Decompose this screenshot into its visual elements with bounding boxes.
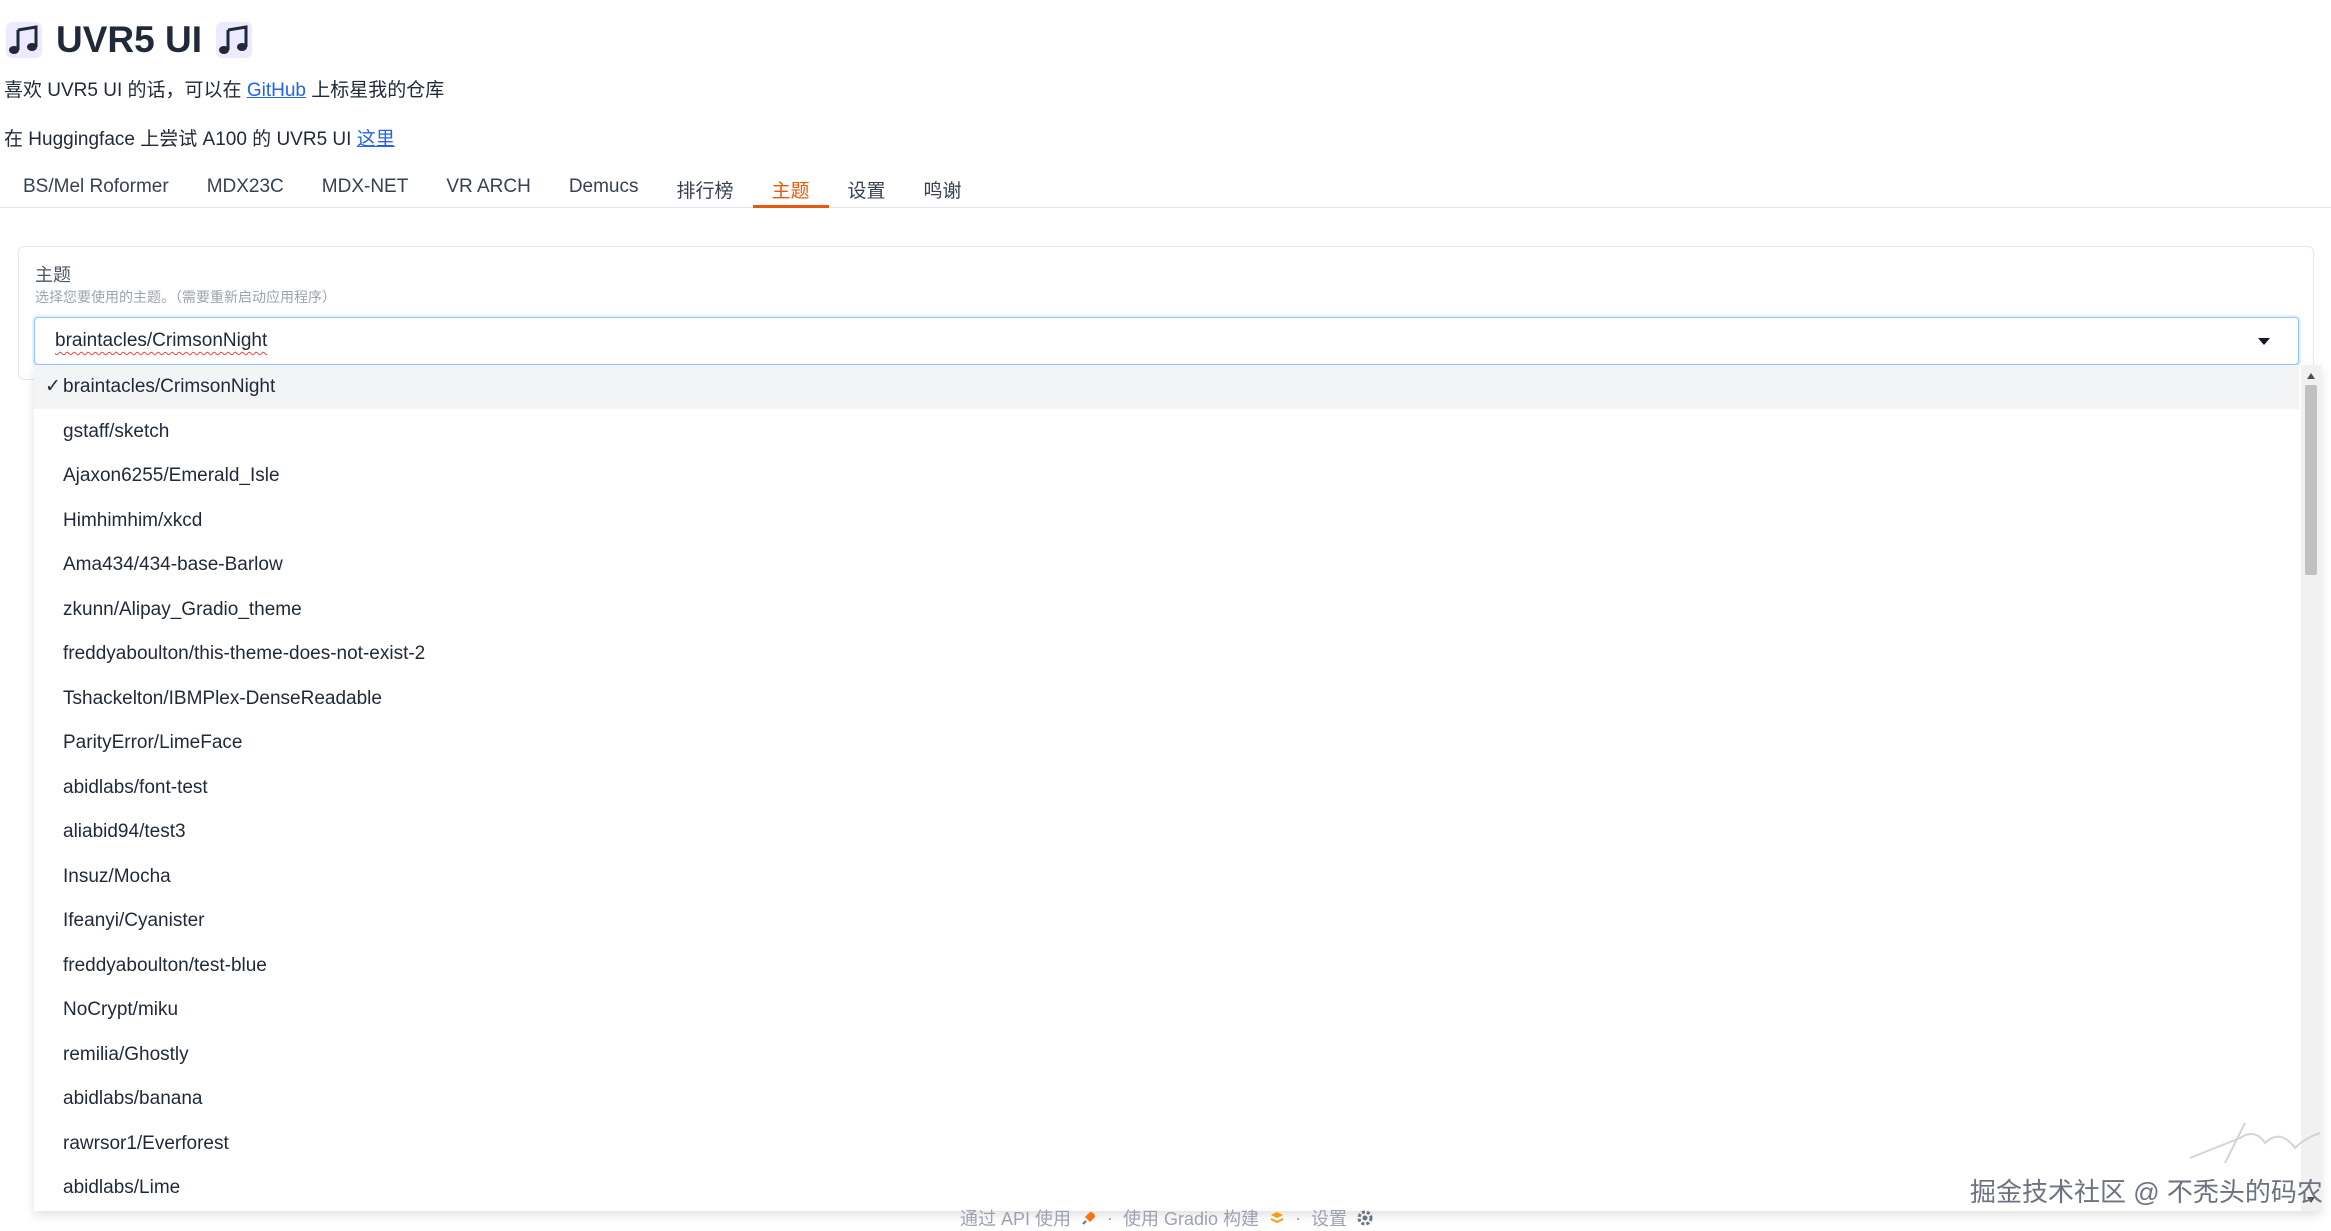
huggingface-link[interactable]: 这里: [357, 129, 395, 150]
theme-dropdown[interactable]: braintacles/CrimsonNight: [34, 317, 2299, 365]
theme-info: 选择您要使用的主题。（需要重新启动应用程序）: [35, 289, 336, 305]
gradio-logo-icon: [1270, 1212, 1284, 1224]
theme-option[interactable]: Insuz/Mocha: [34, 855, 2299, 899]
tab-mdx23c[interactable]: MDX23C: [188, 168, 303, 206]
tab-leaderboard[interactable]: 排行榜: [658, 168, 753, 206]
tab-theme[interactable]: 主题: [752, 168, 829, 208]
tab-vr-arch[interactable]: VR ARCH: [427, 168, 549, 206]
watermark: 掘金技术社区 @ 不秃头的码农: [1970, 1177, 2323, 1207]
theme-option[interactable]: Ifeanyi/Cyanister: [34, 899, 2299, 943]
theme-option[interactable]: ParityError/LimeFace: [34, 721, 2299, 765]
theme-option[interactable]: aliabid94/test3: [34, 810, 2299, 854]
theme-option[interactable]: Tshackelton/IBMPlex-DenseReadable: [34, 677, 2299, 721]
theme-option[interactable]: remilia/Ghostly: [34, 1033, 2299, 1077]
app-title: UVR5 UI: [4, 10, 254, 70]
theme-option[interactable]: Himhimhim/xkcd: [34, 499, 2299, 543]
theme-option[interactable]: abidlabs/font-test: [34, 766, 2299, 810]
tab-bar: BS/Mel Roformer MDX23C MDX-NET VR ARCH D…: [0, 168, 2331, 208]
tab-mdx-net[interactable]: MDX-NET: [303, 168, 428, 206]
music-note-icon: [215, 22, 252, 58]
theme-label: 主题: [35, 265, 71, 285]
theme-option[interactable]: freddyaboulton/this-theme-does-not-exist…: [34, 632, 2299, 676]
theme-option[interactable]: zkunn/Alipay_Gradio_theme: [34, 588, 2299, 632]
caret-down-icon[interactable]: [2258, 338, 2270, 345]
app-title-text: UVR5 UI: [56, 19, 202, 60]
theme-dropdown-value[interactable]: braintacles/CrimsonNight: [55, 330, 267, 352]
theme-option[interactable]: ✓ braintacles/CrimsonNight: [34, 365, 2299, 409]
theme-option[interactable]: rawrsor1/Everforest: [34, 1122, 2299, 1166]
footer: 通过 API 使用 · 使用 Gradio 构建 · 设置: [960, 1206, 1373, 1230]
huggingface-text: 在 Huggingface 上尝试 A100 的 UVR5 UI 这里: [4, 129, 395, 150]
signature-watermark-icon: [2189, 1122, 2321, 1164]
tab-settings[interactable]: 设置: [829, 168, 905, 206]
theme-options-list: ✓ braintacles/CrimsonNight gstaff/sketch…: [34, 365, 2321, 1211]
tab-bs-mel-roformer[interactable]: BS/Mel Roformer: [4, 168, 188, 206]
footer-separator: ·: [1107, 1207, 1114, 1228]
theme-option[interactable]: Ajaxon6255/Emerald_Isle: [34, 454, 2299, 498]
scrollbar-thumb[interactable]: [2305, 385, 2317, 575]
github-link[interactable]: GitHub: [247, 80, 306, 101]
music-note-icon: [6, 22, 42, 58]
rocket-icon: [1082, 1212, 1096, 1225]
tab-demucs[interactable]: Demucs: [550, 168, 658, 206]
dropdown-scrollbar[interactable]: [2301, 365, 2321, 1211]
theme-option[interactable]: abidlabs/Lime: [34, 1166, 2299, 1210]
gear-icon: [1357, 1210, 1373, 1226]
footer-separator: ·: [1295, 1207, 1302, 1228]
theme-option[interactable]: gstaff/sketch: [34, 410, 2299, 454]
theme-option[interactable]: Ama434/434-base-Barlow: [34, 543, 2299, 587]
check-icon: ✓: [45, 376, 61, 397]
scroll-up-icon[interactable]: [2307, 373, 2315, 379]
tab-credits[interactable]: 鸣谢: [905, 168, 981, 206]
theme-option[interactable]: freddyaboulton/test-blue: [34, 944, 2299, 988]
github-star-text: 喜欢 UVR5 UI 的话，可以在 GitHub 上标星我的仓库: [4, 80, 445, 101]
footer-settings-link[interactable]: 设置: [1311, 1205, 1347, 1231]
theme-option[interactable]: NoCrypt/miku: [34, 988, 2299, 1032]
theme-option[interactable]: abidlabs/banana: [34, 1077, 2299, 1121]
footer-api-link[interactable]: 通过 API 使用: [960, 1205, 1071, 1231]
footer-gradio-link[interactable]: 使用 Gradio 构建: [1123, 1205, 1259, 1231]
